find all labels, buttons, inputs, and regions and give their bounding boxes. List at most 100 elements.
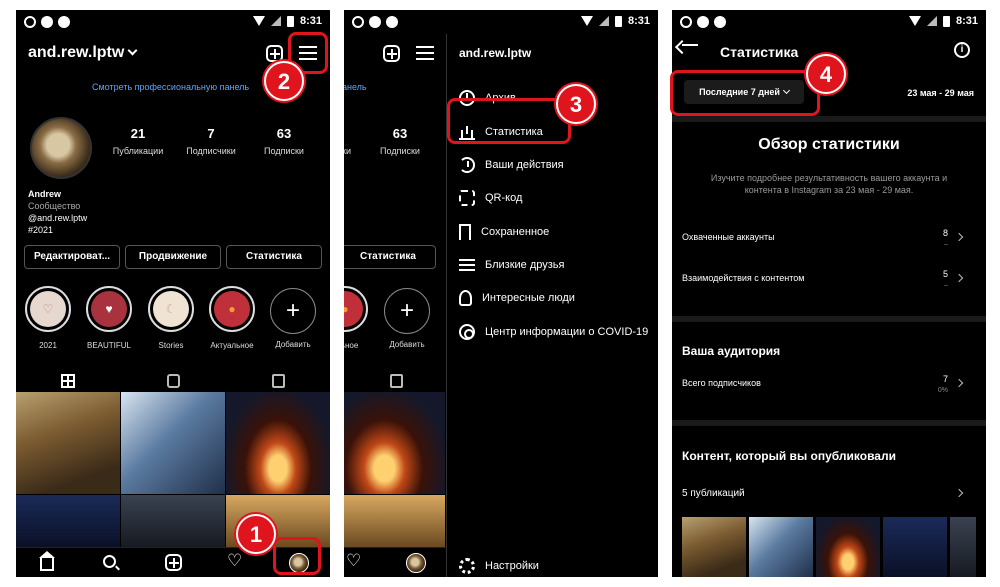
profile-username[interactable]: and.rew.lptw: [28, 44, 138, 62]
professional-dashboard-link[interactable]: Смотреть профессиональную панель: [92, 82, 249, 92]
stat-following[interactable]: 63 Подписки: [256, 126, 312, 156]
moon-icon: ☾: [153, 291, 189, 327]
post-thumbnail[interactable]: [16, 495, 120, 547]
close-friends-list-icon: [459, 259, 475, 271]
highlight-beautiful[interactable]: ♥ BEAUTIFUL: [86, 286, 132, 350]
professional-dashboard-link-partial: aнель: [344, 82, 367, 92]
menu-username: and.rew.lptw: [459, 46, 532, 60]
chat-icon: [697, 16, 709, 28]
signal-icon: [926, 16, 937, 26]
edit-profile-button[interactable]: Редактироват...: [24, 245, 120, 269]
insights-button[interactable]: Статистика: [226, 245, 322, 269]
new-post-icon[interactable]: [266, 45, 283, 62]
search-icon[interactable]: [103, 555, 116, 568]
heart-icon[interactable]: ♡: [346, 552, 361, 569]
menu-item-covid[interactable]: Центр информации о COVID-19: [459, 322, 648, 342]
content-thumbnail[interactable]: [749, 517, 813, 577]
signal-icon: [270, 16, 281, 26]
status-bar: 8:31: [672, 10, 986, 34]
plus-icon: +: [399, 297, 414, 324]
divider: [672, 420, 986, 426]
menu-item-qr[interactable]: QR-код: [459, 188, 522, 208]
status-bar: 8:31: [16, 10, 330, 34]
menu-item-settings[interactable]: Настройки: [459, 556, 539, 576]
profile-tab-avatar[interactable]: [406, 553, 426, 573]
opera-icon: [680, 16, 692, 28]
overview-description: Изучите подробнее результативность вашег…: [710, 173, 948, 195]
step-badge-3: 3: [556, 84, 596, 124]
tagged-icon: [389, 374, 403, 388]
post-thumbnail[interactable]: [121, 495, 225, 547]
stat-followers[interactable]: 7 Подписчики: [180, 126, 242, 156]
post-thumbnail[interactable]: [344, 392, 445, 494]
post-thumbnail[interactable]: [344, 495, 445, 547]
battery-icon: [286, 15, 294, 27]
sync-icon: [58, 16, 70, 28]
menu-item-activity[interactable]: Ваши действия: [459, 155, 564, 175]
wifi-icon: [908, 16, 921, 26]
battery-icon: [942, 15, 950, 27]
back-arrow-icon[interactable]: [682, 44, 698, 46]
step-badge-1: 1: [236, 514, 276, 554]
chevron-right-icon: [954, 488, 964, 498]
post-thumbnail[interactable]: [121, 392, 225, 494]
metric-total-followers[interactable]: Всего подписчиков 7 0%: [682, 372, 978, 396]
highlight-stories[interactable]: ☾ Stories: [148, 286, 194, 350]
insights-button[interactable]: Статистика: [344, 245, 436, 269]
fruit-icon: ●: [344, 291, 363, 327]
metric-content-interactions[interactable]: Взаимодействия с контентом 5–: [682, 267, 978, 291]
menu-item-saved[interactable]: Сохраненное: [459, 222, 549, 242]
stat-posts[interactable]: 21 Публикации: [110, 126, 166, 156]
fruit-icon: ●: [214, 291, 250, 327]
info-icon[interactable]: i: [954, 42, 970, 58]
add-highlight[interactable]: + Добавить: [384, 288, 430, 349]
post-thumbnail[interactable]: [16, 392, 120, 494]
divider: [672, 116, 986, 122]
highlight-period-dropdown: [670, 70, 820, 116]
page-title: Статистика: [720, 44, 799, 60]
profile-avatar[interactable]: [30, 117, 92, 179]
add-highlight[interactable]: + Добавить: [270, 288, 316, 349]
sync-icon: [714, 16, 726, 28]
content-thumbnail[interactable]: [816, 517, 880, 577]
menu-screen: 8:31 aнель 63Подписки ики Статистика ●ал…: [344, 10, 658, 577]
plus-icon: +: [285, 297, 300, 324]
battery-icon: [614, 15, 622, 27]
content-thumbnail[interactable]: [950, 517, 976, 577]
promote-button[interactable]: Продвижение: [125, 245, 221, 269]
chevron-right-icon: [954, 273, 964, 283]
add-post-icon[interactable]: [165, 554, 182, 571]
status-bar: 8:31: [344, 10, 658, 34]
highlight-actual[interactable]: ● Актуальное: [209, 286, 255, 350]
bookmark-icon: [459, 224, 471, 240]
heart-icon: ♥: [91, 291, 127, 327]
metric-accounts-reached[interactable]: Охваченные аккаунты 8–: [682, 226, 978, 250]
menu-item-close-friends[interactable]: Близкие друзья: [459, 255, 564, 275]
home-icon[interactable]: [39, 551, 55, 571]
chevron-right-icon: [954, 378, 964, 388]
signal-icon: [598, 16, 609, 26]
chevron-right-icon: [954, 232, 964, 242]
opera-icon: [24, 16, 36, 28]
activity-clock-icon: [459, 157, 475, 173]
post-thumbnail[interactable]: [226, 392, 330, 494]
tagged-icon: [271, 374, 285, 388]
posts-count-row[interactable]: 5 публикаций: [682, 482, 978, 506]
status-time: 8:31: [627, 15, 650, 27]
stat-following[interactable]: 63 Подписки: [372, 126, 428, 156]
new-post-icon[interactable]: [383, 45, 400, 62]
covid-info-icon: [459, 324, 475, 340]
wifi-icon: [252, 16, 265, 26]
highlight-2021[interactable]: ♡ 2021: [25, 286, 71, 350]
menu-icon[interactable]: [416, 46, 434, 60]
profile-bio: Andrew Сообщество @and.rew.lptw #2021: [28, 189, 88, 235]
heart-outline-icon: ♡: [30, 291, 66, 327]
heart-icon[interactable]: ♡: [227, 552, 242, 569]
menu-item-discover-people[interactable]: Интересные люди: [459, 288, 575, 308]
highlight-actual[interactable]: ●альное: [344, 286, 368, 350]
content-thumbnail[interactable]: [883, 517, 947, 577]
highlight-insights-item: [447, 98, 571, 144]
audience-title: Ваша аудитория: [682, 344, 781, 358]
content-thumbnail[interactable]: [682, 517, 746, 577]
highlight-profile-tab: [273, 537, 321, 575]
